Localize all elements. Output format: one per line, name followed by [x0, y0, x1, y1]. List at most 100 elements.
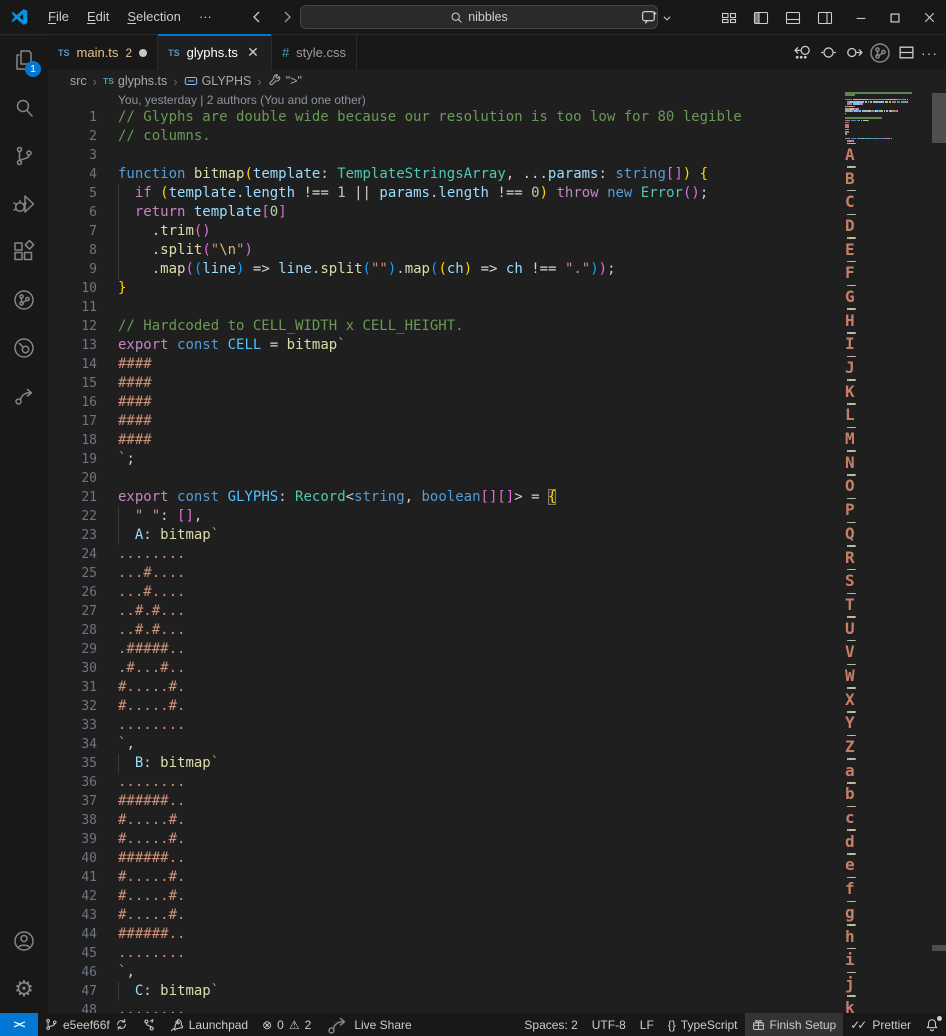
menu-[interactable]: ··· [190, 5, 221, 29]
code-line[interactable]: 33........ [48, 716, 843, 735]
editor-pane[interactable]: You, yesterday | 2 authors (You and one … [48, 92, 946, 1013]
code-line[interactable]: 43#.....#. [48, 906, 843, 925]
statusbar-eol[interactable]: LF [633, 1013, 661, 1036]
line-number[interactable]: 1 [48, 108, 97, 127]
menu-edit[interactable]: Edit [78, 5, 118, 29]
line-number[interactable]: 48 [48, 1001, 97, 1013]
line-number[interactable]: 41 [48, 868, 97, 887]
next-change-button[interactable] [843, 42, 865, 64]
line-number[interactable]: 27 [48, 602, 97, 621]
code-line[interactable]: 27..#.#... [48, 602, 843, 621]
code-line[interactable]: 31#.....#. [48, 678, 843, 697]
statusbar-launchpad[interactable]: Launchpad [163, 1013, 255, 1036]
code-line[interactable]: 17#### [48, 412, 843, 431]
code-line[interactable]: 21export const GLYPHS: Record<string, bo… [48, 488, 843, 507]
breadcrumb-item[interactable]: TSglyphs.ts [103, 74, 167, 88]
line-number[interactable]: 17 [48, 412, 97, 431]
code-line[interactable]: 14#### [48, 355, 843, 374]
statusbar-remote[interactable]: >< [0, 1013, 38, 1036]
code-line[interactable]: 18#### [48, 431, 843, 450]
line-number[interactable]: 26 [48, 583, 97, 602]
line-number[interactable]: 2 [48, 127, 97, 146]
code-line[interactable]: 41#.....#. [48, 868, 843, 887]
statusbar-encoding[interactable]: UTF-8 [585, 1013, 633, 1036]
activitybar-source-control-graph[interactable] [0, 276, 48, 324]
code-line[interactable]: 11 [48, 298, 843, 317]
editor-scrollbar[interactable] [932, 92, 946, 1013]
copilot-menu[interactable] [636, 6, 672, 30]
line-number[interactable]: 46 [48, 963, 97, 982]
statusbar-live-share[interactable]: Live Share [318, 1013, 418, 1036]
code-line[interactable]: 34`, [48, 735, 843, 754]
line-number[interactable]: 39 [48, 830, 97, 849]
line-number[interactable]: 11 [48, 298, 97, 317]
close-tab-icon[interactable]: ✕ [245, 44, 261, 61]
code-line[interactable]: 8 .split("\n") [48, 241, 843, 260]
close-window-button[interactable] [912, 0, 946, 35]
line-number[interactable]: 32 [48, 697, 97, 716]
breadcrumb-item[interactable]: GLYPHS [184, 74, 252, 88]
code-line[interactable]: 26...#.... [48, 583, 843, 602]
activitybar-accounts[interactable] [0, 917, 48, 965]
go-back-icon[interactable] [249, 9, 265, 25]
code-line[interactable]: 35 B: bitmap` [48, 754, 843, 773]
code-line[interactable]: 37######.. [48, 792, 843, 811]
line-number[interactable]: 19 [48, 450, 97, 469]
breadcrumb-item[interactable]: ">" [268, 74, 302, 88]
line-number[interactable]: 12 [48, 317, 97, 336]
line-number[interactable]: 31 [48, 678, 97, 697]
line-number[interactable]: 45 [48, 944, 97, 963]
line-number[interactable]: 29 [48, 640, 97, 659]
go-forward-icon[interactable] [279, 9, 295, 25]
code-line[interactable]: 48........ [48, 1001, 843, 1013]
line-number[interactable]: 30 [48, 659, 97, 678]
open-changes-button[interactable] [817, 42, 839, 64]
menu-file[interactable]: File [39, 5, 78, 29]
code-line[interactable]: 19`; [48, 450, 843, 469]
line-number[interactable]: 16 [48, 393, 97, 412]
customize-layout-icon[interactable] [716, 6, 742, 30]
statusbar-finish-setup[interactable]: Finish Setup [745, 1013, 844, 1036]
minimap[interactable]: ABCDEFGHIJKLMNOPQRSTUVWXYZabcdefghijk [843, 92, 932, 1013]
code-line[interactable]: 4function bitmap(template: TemplateStrin… [48, 165, 843, 184]
code-line[interactable]: 6 return template[0] [48, 203, 843, 222]
code-line[interactable]: 7 .trim() [48, 222, 843, 241]
minimize-button[interactable] [844, 0, 878, 35]
activitybar-search[interactable] [0, 84, 48, 132]
line-number[interactable]: 6 [48, 203, 97, 222]
toggle-primary-sidebar-icon[interactable] [748, 6, 774, 30]
code-line[interactable]: 9 .map((line) => line.split("").map((ch)… [48, 260, 843, 279]
activitybar-extensions[interactable] [0, 228, 48, 276]
line-number[interactable]: 10 [48, 279, 97, 298]
statusbar-problems[interactable]: ⊗0⚠2 [255, 1013, 318, 1036]
line-number[interactable]: 9 [48, 260, 97, 279]
activitybar-source-control[interactable] [0, 132, 48, 180]
line-number[interactable]: 3 [48, 146, 97, 165]
command-center-search[interactable]: nibbles [300, 5, 658, 29]
line-number[interactable]: 5 [48, 184, 97, 203]
activitybar-run-debug[interactable] [0, 180, 48, 228]
line-number[interactable]: 43 [48, 906, 97, 925]
statusbar-git-branch[interactable]: e5eef66f [38, 1013, 135, 1036]
statusbar-indentation[interactable]: Spaces: 2 [517, 1013, 584, 1036]
statusbar-gitlens[interactable] [135, 1013, 163, 1036]
code-line[interactable]: 32#.....#. [48, 697, 843, 716]
menu-selection[interactable]: Selection [118, 5, 189, 29]
maximize-button[interactable] [878, 0, 912, 35]
line-number[interactable]: 8 [48, 241, 97, 260]
activitybar-explorer[interactable]: 1 [0, 36, 48, 84]
line-number[interactable]: 15 [48, 374, 97, 393]
tab-main.ts[interactable]: TSmain.ts2 [48, 35, 158, 70]
code-line[interactable]: 42#.....#. [48, 887, 843, 906]
statusbar-prettier[interactable]: ✓✓Prettier [843, 1013, 918, 1036]
toggle-secondary-sidebar-icon[interactable] [812, 6, 838, 30]
activitybar-live-share[interactable] [0, 372, 48, 420]
code-area[interactable]: 1// Glyphs are double wide because our r… [48, 108, 843, 1013]
tab-glyphs.ts[interactable]: TSglyphs.ts✕ [158, 35, 272, 70]
code-line[interactable]: 25...#.... [48, 564, 843, 583]
line-number[interactable]: 20 [48, 469, 97, 488]
code-line[interactable]: 20 [48, 469, 843, 488]
code-line[interactable]: 3 [48, 146, 843, 165]
code-line[interactable]: 5 if (template.length !== 1 || params.le… [48, 184, 843, 203]
line-number[interactable]: 22 [48, 507, 97, 526]
